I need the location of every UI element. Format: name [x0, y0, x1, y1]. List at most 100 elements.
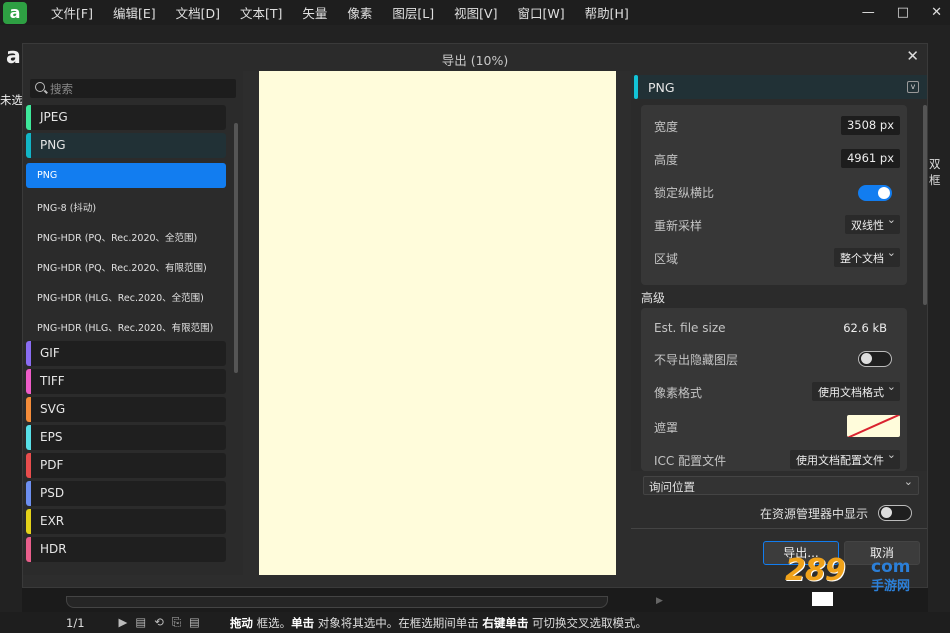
pixel-format-label: 像素格式	[654, 386, 703, 400]
preset-item-png-hdr-pq-limited[interactable]: PNG-HDR (PQ、Rec.2020、有限范围)	[26, 253, 226, 278]
close-window-icon[interactable]: ✕	[931, 5, 942, 20]
watermark-domain: com	[871, 557, 911, 577]
preset-item-png-hdr-hlg-limited[interactable]: PNG-HDR (HLG、Rec.2020、有限范围)	[26, 313, 226, 338]
tools-panel	[0, 43, 22, 633]
settings-header[interactable]: PNG v	[631, 75, 927, 99]
menu-file[interactable]: 文件[F]	[51, 3, 93, 22]
format-label: EPS	[40, 430, 63, 444]
format-item-svg[interactable]: SVG	[26, 397, 226, 422]
dialog-title: 导出 (10%)	[441, 53, 509, 68]
minimize-icon[interactable]: —	[862, 5, 875, 20]
format-item-psd[interactable]: PSD	[26, 481, 226, 506]
menu-help[interactable]: 帮助[H]	[585, 3, 629, 22]
preset-item-png[interactable]: PNG	[26, 163, 226, 188]
watermark-site-name: 手游网	[871, 579, 911, 594]
search-box[interactable]	[30, 79, 236, 98]
menu-edit[interactable]: 编辑[E]	[113, 3, 156, 22]
status-toolbar-icons[interactable]: ▶▤⟲⎘▤	[119, 615, 208, 630]
height-field[interactable]: 4961 px	[840, 149, 900, 168]
page-indicator: 1/1	[66, 615, 85, 630]
export-dialog: 导出 (10%) ✕ JPEG PNG PNG PNG-8 (抖动) PNG-H…	[22, 43, 928, 588]
icc-profile-label: ICC 配置文件	[654, 454, 727, 468]
preset-label: PNG-HDR (PQ、Rec.2020、有限范围)	[37, 263, 207, 274]
watermark-number: 289	[785, 553, 846, 588]
scroll-right-icon[interactable]: ▶	[656, 596, 663, 606]
format-color-bar	[26, 481, 31, 506]
color-swatch[interactable]	[812, 592, 833, 606]
export-settings-panel: PNG v 宽度 3508 px 高度 4961 px 锁定纵横比 重新采样 双…	[631, 71, 927, 471]
basic-settings-group: 宽度 3508 px 高度 4961 px 锁定纵横比 重新采样 双线性 区域 …	[641, 105, 907, 285]
format-label: JPEG	[40, 110, 68, 124]
matte-label: 遮罩	[654, 421, 679, 435]
chevron-down-icon[interactable]: v	[907, 81, 919, 93]
window-controls: — □ ✕	[862, 0, 942, 25]
lock-aspect-toggle[interactable]	[858, 185, 892, 201]
menu-pixel[interactable]: 像素	[347, 3, 372, 22]
preset-item-png8[interactable]: PNG-8 (抖动)	[26, 193, 226, 218]
format-color-bar	[26, 369, 31, 394]
format-color-bar	[26, 341, 31, 366]
preset-item-png-hdr-pq-full[interactable]: PNG-HDR (PQ、Rec.2020、全范围)	[26, 223, 226, 248]
area-select[interactable]: 整个文档	[834, 246, 900, 267]
menu-bar: a 文件[F] 编辑[E] 文档[D] 文本[T] 矢量 像素 图层[L] 视图…	[0, 0, 950, 25]
search-icon	[35, 82, 45, 92]
menu-text[interactable]: 文本[T]	[240, 3, 282, 22]
matte-color-swatch[interactable]	[847, 415, 900, 437]
advanced-section-title[interactable]: 高级	[641, 289, 665, 306]
format-color-bar	[26, 537, 31, 562]
format-item-exr[interactable]: EXR	[26, 509, 226, 534]
format-label: GIF	[40, 346, 60, 360]
app-logo-icon[interactable]: a	[3, 1, 27, 24]
pixel-format-select[interactable]: 使用文档格式	[812, 380, 900, 401]
settings-format-label: PNG	[648, 80, 675, 95]
reveal-in-explorer-label: 在资源管理器中显示	[760, 507, 869, 521]
format-item-gif[interactable]: GIF	[26, 341, 226, 366]
format-item-png[interactable]: PNG	[26, 133, 226, 158]
format-color-bar	[634, 75, 638, 99]
search-input[interactable]	[50, 80, 230, 97]
hidden-layers-toggle[interactable]	[858, 351, 892, 367]
document-tab[interactable]: 未选	[0, 92, 23, 108]
menu-layer[interactable]: 图层[L]	[392, 3, 434, 22]
preset-label: PNG-8 (抖动)	[37, 203, 97, 214]
menu-document[interactable]: 文档[D]	[176, 3, 220, 22]
format-item-eps[interactable]: EPS	[26, 425, 226, 450]
icc-profile-select[interactable]: 使用文档配置文件	[790, 448, 900, 469]
format-item-tiff[interactable]: TIFF	[26, 369, 226, 394]
menu-window[interactable]: 窗口[W]	[517, 3, 564, 22]
height-label: 高度	[654, 153, 679, 167]
resample-label: 重新采样	[654, 219, 703, 233]
settings-scrollbar[interactable]	[923, 105, 927, 305]
format-color-bar	[26, 509, 31, 534]
dialog-titlebar[interactable]: 导出 (10%) ✕	[23, 44, 927, 71]
format-label: EXR	[40, 514, 65, 528]
menu-view[interactable]: 视图[V]	[454, 3, 497, 22]
watermark-logo: 289 com 手游网	[785, 553, 933, 594]
resample-select[interactable]: 双线性	[845, 213, 900, 234]
canvas-scrollbar[interactable]	[66, 596, 608, 608]
close-icon[interactable]: ✕	[906, 47, 919, 65]
format-label: HDR	[40, 542, 67, 556]
menu-vector[interactable]: 矢量	[302, 3, 327, 22]
export-location-select[interactable]: 询问位置	[643, 475, 919, 495]
reveal-in-explorer-toggle[interactable]	[878, 505, 912, 521]
preset-item-png-hdr-hlg-full[interactable]: PNG-HDR (HLG、Rec.2020、全范围)	[26, 283, 226, 308]
format-color-bar	[26, 133, 31, 158]
format-color-bar	[26, 425, 31, 450]
format-label: PDF	[40, 458, 64, 472]
status-hint: 拖动 框选。单击 对象将其选中。在框选期间单击 右键单击 可切换交叉选取模式。	[229, 615, 648, 630]
hidden-layers-label: 不导出隐藏图层	[654, 353, 739, 367]
width-field[interactable]: 3508 px	[840, 116, 900, 135]
divider	[631, 528, 927, 529]
preset-label: PNG-HDR (HLG、Rec.2020、全范围)	[37, 293, 204, 304]
preset-label: PNG	[37, 170, 58, 181]
format-item-hdr[interactable]: HDR	[26, 537, 226, 562]
area-label: 区域	[654, 252, 679, 266]
format-item-pdf[interactable]: PDF	[26, 453, 226, 478]
studio-panel	[928, 43, 950, 633]
format-item-jpeg[interactable]: JPEG	[26, 105, 226, 130]
format-list-scrollbar[interactable]	[234, 123, 238, 373]
width-label: 宽度	[654, 120, 679, 134]
format-label: PSD	[40, 486, 65, 500]
maximize-icon[interactable]: □	[897, 5, 909, 20]
